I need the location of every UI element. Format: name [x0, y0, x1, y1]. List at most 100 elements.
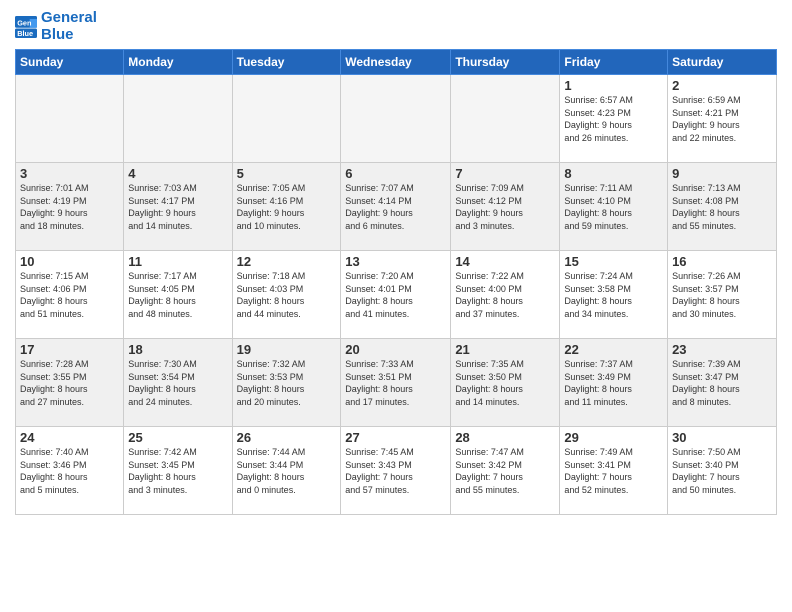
header: Gen Blue General Blue: [15, 10, 777, 43]
day-number: 30: [672, 430, 772, 445]
day-number: 8: [564, 166, 663, 181]
calendar-header-row: SundayMondayTuesdayWednesdayThursdayFrid…: [16, 50, 777, 75]
header-wednesday: Wednesday: [341, 50, 451, 75]
logo-text: General Blue: [41, 10, 97, 43]
calendar-cell: [232, 75, 341, 163]
day-info: Sunrise: 7:47 AM Sunset: 3:42 PM Dayligh…: [455, 446, 555, 496]
calendar-cell: 16Sunrise: 7:26 AM Sunset: 3:57 PM Dayli…: [668, 251, 777, 339]
day-info: Sunrise: 7:01 AM Sunset: 4:19 PM Dayligh…: [20, 182, 119, 232]
calendar-cell: 9Sunrise: 7:13 AM Sunset: 4:08 PM Daylig…: [668, 163, 777, 251]
day-info: Sunrise: 7:42 AM Sunset: 3:45 PM Dayligh…: [128, 446, 227, 496]
day-number: 4: [128, 166, 227, 181]
day-number: 24: [20, 430, 119, 445]
calendar-cell: 25Sunrise: 7:42 AM Sunset: 3:45 PM Dayli…: [124, 427, 232, 515]
svg-text:Gen: Gen: [17, 18, 32, 27]
week-row-0: 1Sunrise: 6:57 AM Sunset: 4:23 PM Daylig…: [16, 75, 777, 163]
day-info: Sunrise: 7:07 AM Sunset: 4:14 PM Dayligh…: [345, 182, 446, 232]
calendar-cell: 12Sunrise: 7:18 AM Sunset: 4:03 PM Dayli…: [232, 251, 341, 339]
day-number: 27: [345, 430, 446, 445]
day-info: Sunrise: 7:03 AM Sunset: 4:17 PM Dayligh…: [128, 182, 227, 232]
calendar-cell: 24Sunrise: 7:40 AM Sunset: 3:46 PM Dayli…: [16, 427, 124, 515]
calendar-cell: 15Sunrise: 7:24 AM Sunset: 3:58 PM Dayli…: [560, 251, 668, 339]
day-info: Sunrise: 7:20 AM Sunset: 4:01 PM Dayligh…: [345, 270, 446, 320]
day-number: 15: [564, 254, 663, 269]
calendar-cell: 6Sunrise: 7:07 AM Sunset: 4:14 PM Daylig…: [341, 163, 451, 251]
svg-text:Blue: Blue: [17, 28, 33, 37]
day-number: 28: [455, 430, 555, 445]
day-number: 10: [20, 254, 119, 269]
calendar-cell: 21Sunrise: 7:35 AM Sunset: 3:50 PM Dayli…: [451, 339, 560, 427]
day-info: Sunrise: 7:33 AM Sunset: 3:51 PM Dayligh…: [345, 358, 446, 408]
day-number: 5: [237, 166, 337, 181]
day-number: 7: [455, 166, 555, 181]
calendar-cell: 5Sunrise: 7:05 AM Sunset: 4:16 PM Daylig…: [232, 163, 341, 251]
header-thursday: Thursday: [451, 50, 560, 75]
calendar-cell: [16, 75, 124, 163]
calendar-cell: 26Sunrise: 7:44 AM Sunset: 3:44 PM Dayli…: [232, 427, 341, 515]
day-info: Sunrise: 7:11 AM Sunset: 4:10 PM Dayligh…: [564, 182, 663, 232]
day-number: 21: [455, 342, 555, 357]
logo-general: General: [41, 9, 97, 26]
calendar-cell: 10Sunrise: 7:15 AM Sunset: 4:06 PM Dayli…: [16, 251, 124, 339]
day-info: Sunrise: 6:57 AM Sunset: 4:23 PM Dayligh…: [564, 94, 663, 144]
calendar-cell: [341, 75, 451, 163]
day-info: Sunrise: 7:13 AM Sunset: 4:08 PM Dayligh…: [672, 182, 772, 232]
calendar-cell: 30Sunrise: 7:50 AM Sunset: 3:40 PM Dayli…: [668, 427, 777, 515]
day-info: Sunrise: 7:44 AM Sunset: 3:44 PM Dayligh…: [237, 446, 337, 496]
day-info: Sunrise: 7:32 AM Sunset: 3:53 PM Dayligh…: [237, 358, 337, 408]
day-number: 26: [237, 430, 337, 445]
calendar-cell: 4Sunrise: 7:03 AM Sunset: 4:17 PM Daylig…: [124, 163, 232, 251]
day-info: Sunrise: 7:15 AM Sunset: 4:06 PM Dayligh…: [20, 270, 119, 320]
calendar-cell: 28Sunrise: 7:47 AM Sunset: 3:42 PM Dayli…: [451, 427, 560, 515]
day-info: Sunrise: 7:37 AM Sunset: 3:49 PM Dayligh…: [564, 358, 663, 408]
logo: Gen Blue General Blue: [15, 10, 97, 43]
day-number: 23: [672, 342, 772, 357]
day-info: Sunrise: 7:35 AM Sunset: 3:50 PM Dayligh…: [455, 358, 555, 408]
day-number: 1: [564, 78, 663, 93]
calendar-cell: 1Sunrise: 6:57 AM Sunset: 4:23 PM Daylig…: [560, 75, 668, 163]
day-number: 11: [128, 254, 227, 269]
day-info: Sunrise: 7:26 AM Sunset: 3:57 PM Dayligh…: [672, 270, 772, 320]
day-number: 17: [20, 342, 119, 357]
day-number: 25: [128, 430, 227, 445]
day-info: Sunrise: 6:59 AM Sunset: 4:21 PM Dayligh…: [672, 94, 772, 144]
logo-icon: Gen Blue: [15, 16, 37, 38]
calendar-cell: 19Sunrise: 7:32 AM Sunset: 3:53 PM Dayli…: [232, 339, 341, 427]
header-saturday: Saturday: [668, 50, 777, 75]
calendar-cell: 18Sunrise: 7:30 AM Sunset: 3:54 PM Dayli…: [124, 339, 232, 427]
header-monday: Monday: [124, 50, 232, 75]
calendar-cell: 13Sunrise: 7:20 AM Sunset: 4:01 PM Dayli…: [341, 251, 451, 339]
day-number: 9: [672, 166, 772, 181]
day-number: 18: [128, 342, 227, 357]
header-friday: Friday: [560, 50, 668, 75]
day-number: 29: [564, 430, 663, 445]
day-number: 13: [345, 254, 446, 269]
day-info: Sunrise: 7:28 AM Sunset: 3:55 PM Dayligh…: [20, 358, 119, 408]
day-number: 16: [672, 254, 772, 269]
week-row-2: 10Sunrise: 7:15 AM Sunset: 4:06 PM Dayli…: [16, 251, 777, 339]
day-number: 12: [237, 254, 337, 269]
week-row-1: 3Sunrise: 7:01 AM Sunset: 4:19 PM Daylig…: [16, 163, 777, 251]
day-info: Sunrise: 7:22 AM Sunset: 4:00 PM Dayligh…: [455, 270, 555, 320]
calendar-cell: 20Sunrise: 7:33 AM Sunset: 3:51 PM Dayli…: [341, 339, 451, 427]
day-number: 14: [455, 254, 555, 269]
calendar-cell: 14Sunrise: 7:22 AM Sunset: 4:00 PM Dayli…: [451, 251, 560, 339]
calendar-cell: 2Sunrise: 6:59 AM Sunset: 4:21 PM Daylig…: [668, 75, 777, 163]
day-number: 19: [237, 342, 337, 357]
week-row-4: 24Sunrise: 7:40 AM Sunset: 3:46 PM Dayli…: [16, 427, 777, 515]
week-row-3: 17Sunrise: 7:28 AM Sunset: 3:55 PM Dayli…: [16, 339, 777, 427]
day-info: Sunrise: 7:24 AM Sunset: 3:58 PM Dayligh…: [564, 270, 663, 320]
calendar-cell: [451, 75, 560, 163]
day-info: Sunrise: 7:17 AM Sunset: 4:05 PM Dayligh…: [128, 270, 227, 320]
calendar-cell: 27Sunrise: 7:45 AM Sunset: 3:43 PM Dayli…: [341, 427, 451, 515]
day-number: 20: [345, 342, 446, 357]
calendar-page: Gen Blue General Blue SundayMondayTuesda…: [0, 0, 792, 612]
calendar-cell: 22Sunrise: 7:37 AM Sunset: 3:49 PM Dayli…: [560, 339, 668, 427]
header-tuesday: Tuesday: [232, 50, 341, 75]
day-number: 3: [20, 166, 119, 181]
day-number: 6: [345, 166, 446, 181]
calendar-cell: [124, 75, 232, 163]
day-info: Sunrise: 7:50 AM Sunset: 3:40 PM Dayligh…: [672, 446, 772, 496]
calendar-cell: 3Sunrise: 7:01 AM Sunset: 4:19 PM Daylig…: [16, 163, 124, 251]
day-info: Sunrise: 7:30 AM Sunset: 3:54 PM Dayligh…: [128, 358, 227, 408]
